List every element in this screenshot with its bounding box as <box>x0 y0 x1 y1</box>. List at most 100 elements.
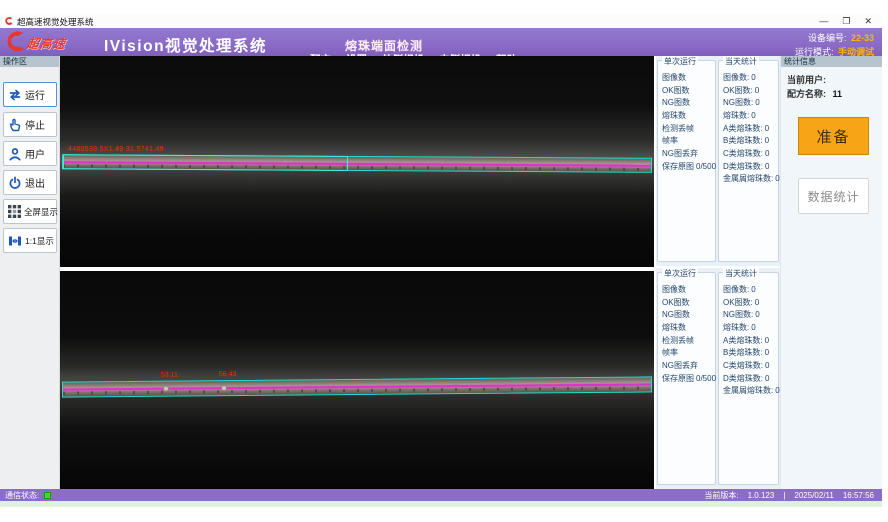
current-user-label: 当前用户: <box>787 75 826 85</box>
app-logo-icon <box>4 16 14 26</box>
measurement-dot <box>221 385 227 391</box>
statistics-column: 单次运行 图像数OK图数NG图数熔珠数检测丢帧帧率NG图丢弃保存原图0/500 … <box>656 56 780 489</box>
stat-row: A类熔珠数:0 <box>723 334 775 347</box>
bottom-strip <box>0 501 882 507</box>
app-title: IVision视觉处理系统 <box>104 34 267 56</box>
group-title: 单次运行 <box>662 268 698 279</box>
stat-row: OK图数 <box>662 84 712 97</box>
daily-stats-group: 当天统计 图像数:0OK图数:0NG图数:0熔珠数:0A类熔珠数:0B类熔珠数:… <box>718 272 779 485</box>
single-run-group: 单次运行 图像数OK图数NG图数熔珠数检测丢帧帧率NG图丢弃保存原图0/500 <box>657 272 716 485</box>
stat-row: NG图数:0 <box>723 308 775 321</box>
stat-row: NG图数 <box>662 308 712 321</box>
run-button[interactable]: 运行 <box>3 82 57 107</box>
window-titlebar: 超高速视觉处理系统 — ❐ ✕ <box>0 14 882 28</box>
stat-row: 图像数:0 <box>723 283 775 296</box>
comm-status-indicator <box>44 492 51 499</box>
camera1-detection-box <box>63 154 348 171</box>
stat-row: 检测丢帧 <box>662 334 712 347</box>
group-title: 单次运行 <box>662 56 698 67</box>
stat-row: 熔珠数 <box>662 109 712 122</box>
outer-camera-view: 4480539.5X1.49 31.5741.49 <box>60 56 654 267</box>
single-run-group: 单次运行 图像数OK图数NG图数熔珠数检测丢帧帧率NG图丢弃保存原图0/500 <box>657 60 716 262</box>
stat-row: C类熔珠数:0 <box>723 147 775 160</box>
device-id-value: 22-33 <box>851 33 874 43</box>
camera2-stats-panel: 单次运行 图像数OK图数NG图数熔珠数检测丢帧帧率NG图丢弃保存原图0/500 … <box>656 266 780 489</box>
stat-row: 图像数 <box>662 71 712 84</box>
status-bar: 通信状态: 当前版本: 1.0.123 | 2025/02/11 16:57:5… <box>0 489 882 501</box>
run-mode-value: 手动调试 <box>838 47 874 57</box>
window-title: 超高速视觉处理系统 <box>17 16 94 28</box>
recipe-value: 11 <box>833 89 843 99</box>
status-time: 16:57:56 <box>843 491 874 500</box>
minimize-button[interactable]: — <box>819 14 828 28</box>
operation-sidebar: 操作区 运行 停止 <box>0 56 60 489</box>
user-icon <box>8 147 22 161</box>
stat-row: 帧率 <box>662 134 712 147</box>
sidebar-title: 操作区 <box>0 56 59 67</box>
stat-row: B类熔珠数:0 <box>723 134 775 147</box>
run-icon <box>8 88 22 102</box>
measurement-dot <box>163 386 169 392</box>
status-date: 2025/02/11 <box>794 491 833 500</box>
stat-row: OK图数:0 <box>723 296 775 309</box>
prepare-button[interactable]: 准备 <box>798 117 869 155</box>
stat-row: 熔珠数:0 <box>723 109 775 122</box>
info-panel: 统计信息 当前用户: 配方名称: 11 准备 数据统计 <box>780 56 882 489</box>
stat-row: 帧率 <box>662 346 712 359</box>
camera1-stats-panel: 单次运行 图像数OK图数NG图数熔珠数检测丢帧帧率NG图丢弃保存原图0/500 … <box>656 56 780 266</box>
stat-row: D类熔珠数:0 <box>723 160 775 173</box>
comm-status-label: 通信状态: <box>5 490 39 501</box>
camera1-annotation: 4480539.5X1.49 31.5741.49 <box>68 146 164 153</box>
stat-row: OK图数 <box>662 296 712 309</box>
stat-row: NG图数:0 <box>723 96 775 109</box>
stop-icon <box>8 118 22 132</box>
stat-row: 保存原图0/500 <box>662 372 712 385</box>
main-area: 操作区 运行 停止 <box>0 56 882 489</box>
stat-row: 图像数 <box>662 283 712 296</box>
measurement-label: 53.11 <box>161 372 178 379</box>
measurement-label: 56.43 <box>219 371 237 378</box>
fullscreen-button[interactable]: 全屏显示 <box>3 199 57 224</box>
brand-name: 超高速 <box>26 35 67 52</box>
brand-logo: 超高速 <box>5 30 101 54</box>
app-header: 超高速 IVision视觉处理系统 熔珠端面检测 配方设置外侧相机内侧相机帮助 … <box>0 28 882 56</box>
camera2-strip-overlay: 53.11 56.43 <box>62 376 652 397</box>
current-user-row: 当前用户: <box>787 73 830 86</box>
one-to-one-icon <box>8 234 22 248</box>
recipe-label: 配方名称: <box>787 89 826 99</box>
data-statistics-button[interactable]: 数据统计 <box>798 178 869 214</box>
run-mode-label: 运行模式: <box>795 47 834 57</box>
camera1-strip-overlay <box>62 154 652 173</box>
group-title: 当天统计 <box>723 268 759 279</box>
separator: | <box>783 491 785 500</box>
user-button[interactable]: 用户 <box>3 141 57 166</box>
stop-button[interactable]: 停止 <box>3 112 57 137</box>
stat-row: 熔珠数 <box>662 321 712 334</box>
stat-row: NG图数 <box>662 96 712 109</box>
device-info: 设备编号: 22-33 运行模式: 手动调试 <box>795 31 874 58</box>
info-panel-title: 统计信息 <box>781 56 882 67</box>
brand-swoosh-icon <box>5 30 27 54</box>
exit-button[interactable]: 退出 <box>3 170 57 195</box>
recipe-row: 配方名称: 11 <box>787 87 842 100</box>
group-title: 当天统计 <box>723 56 759 67</box>
stat-row: A类熔珠数:0 <box>723 122 775 135</box>
stat-row: 熔珠数:0 <box>723 321 775 334</box>
app-window: 超高速视觉处理系统 — ❐ ✕ 超高速 IVision视觉处理系统 熔珠端面检测… <box>0 14 882 507</box>
stat-row: OK图数:0 <box>723 84 775 97</box>
stat-row: 保存原图0/500 <box>662 160 712 173</box>
stat-row: 金属屑熔珠数:0 <box>723 173 775 186</box>
stat-row: D类熔珠数:0 <box>723 372 775 385</box>
stat-row: NG图丢弃 <box>662 359 712 372</box>
stat-row: NG图丢弃 <box>662 147 712 160</box>
stat-row: B类熔珠数:0 <box>723 346 775 359</box>
restore-button[interactable]: ❐ <box>842 14 850 28</box>
close-button[interactable]: ✕ <box>864 14 872 28</box>
inner-camera-view: 53.11 56.43 <box>60 271 654 489</box>
version-value: 1.0.123 <box>748 491 775 500</box>
one-to-one-button[interactable]: 1:1显示 <box>3 228 57 253</box>
stat-row: 检测丢帧 <box>662 122 712 135</box>
stat-row: 图像数:0 <box>723 71 775 84</box>
stat-row: C类熔珠数:0 <box>723 359 775 372</box>
device-id-label: 设备编号: <box>808 33 847 43</box>
